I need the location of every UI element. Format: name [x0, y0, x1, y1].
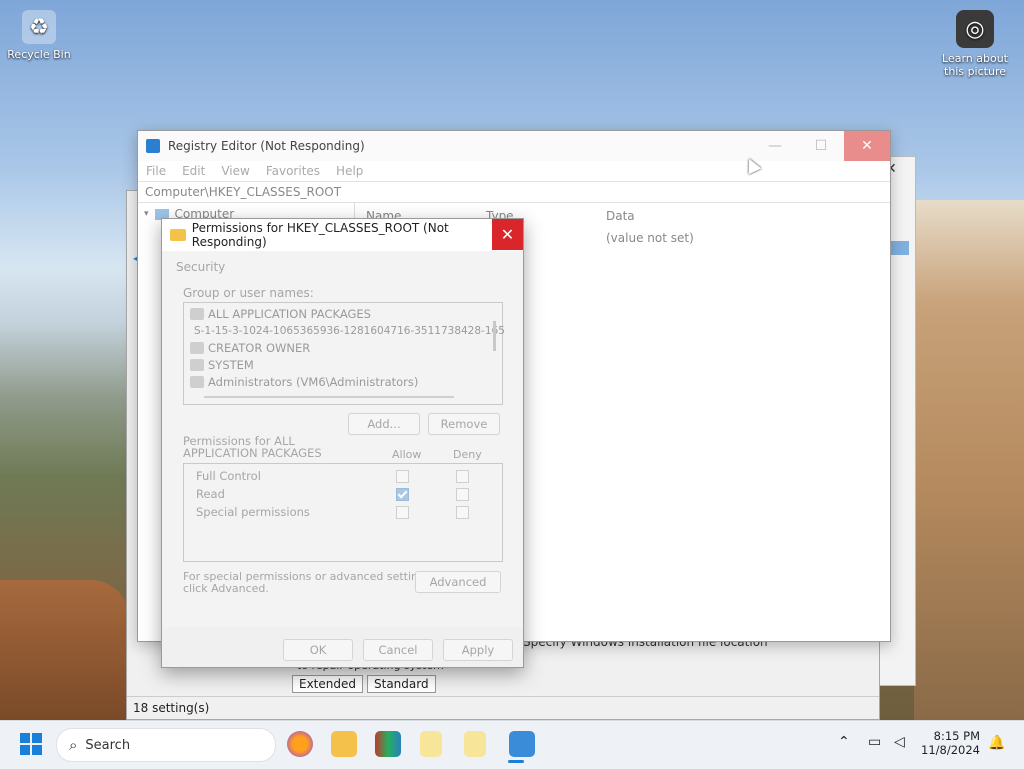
learn-picture-label-1: Learn about [942, 52, 1008, 65]
menu-bar: File Edit View Favorites Help [138, 161, 890, 181]
tab-security[interactable]: Security [176, 260, 225, 274]
volume-muted-icon[interactable]: ◁ [894, 734, 905, 750]
list-item[interactable]: ALL APPLICATION PACKAGES [184, 305, 502, 322]
camera-icon: ◎ [956, 10, 994, 48]
permissions-list: Full Control Read Special permissions [183, 463, 503, 562]
user-name: CREATOR OWNER [208, 340, 311, 355]
col-data[interactable]: Data [606, 209, 635, 223]
desktop-wallpaper-rocks [0, 580, 130, 720]
user-name: SYSTEM [208, 357, 254, 372]
list-item[interactable]: CREATOR OWNER [184, 339, 502, 356]
advanced-button[interactable]: Advanced [415, 571, 501, 593]
permissions-label-2: APPLICATION PACKAGES [183, 446, 322, 460]
user-list[interactable]: ALL APPLICATION PACKAGES S-1-15-3-1024-1… [183, 302, 505, 405]
allow-header: Allow [392, 448, 422, 461]
user-icon [190, 358, 204, 371]
close-button[interactable]: ✕ [844, 131, 890, 161]
user-name: ALL APPLICATION PACKAGES [208, 306, 371, 321]
permission-row: Full Control [196, 467, 502, 485]
dialog-close-button[interactable]: ✕ [492, 219, 523, 250]
search-box[interactable]: ⌕ Search [56, 728, 276, 762]
add-button[interactable]: Add... [348, 413, 420, 435]
permission-row: Read [196, 485, 502, 503]
deny-checkbox[interactable] [456, 488, 469, 501]
address-bar[interactable]: Computer\HKEY_CLASSES_ROOT [138, 181, 890, 203]
cancel-button[interactable]: Cancel [363, 639, 433, 661]
notification-bell-icon[interactable]: 🔔 [988, 735, 1005, 751]
deny-header: Deny [453, 448, 482, 461]
desktop-wallpaper-cliff [914, 200, 1024, 720]
maximize-icon: ☐ [814, 138, 828, 154]
user-name: S-1-15-3-1024-1065365936-1281604716-3511… [194, 324, 505, 337]
deny-checkbox[interactable] [456, 506, 469, 519]
tab-extended[interactable]: Extended [292, 675, 363, 693]
tab-standard[interactable]: Standard [367, 675, 436, 693]
group-icon [190, 307, 204, 320]
clock[interactable]: 8:15 PM 11/8/2024 [912, 729, 980, 757]
allow-checkbox[interactable] [396, 470, 409, 483]
permissions-label: Permissions for ALL APPLICATION PACKAGES [183, 435, 322, 459]
permissions-dialog: Permissions for HKEY_CLASSES_ROOT (Not R… [161, 218, 524, 668]
menu-edit[interactable]: Edit [182, 164, 205, 178]
menu-help[interactable]: Help [336, 164, 363, 178]
maximize-button[interactable]: ☐ [798, 131, 844, 161]
menu-favorites[interactable]: Favorites [266, 164, 320, 178]
clock-time: 8:15 PM [933, 729, 980, 743]
chevron-down-icon[interactable]: ▾ [144, 209, 149, 219]
minimize-icon: — [768, 138, 782, 154]
minimize-button[interactable]: — [752, 131, 798, 161]
permission-row: Special permissions [196, 503, 502, 521]
vertical-scrollbar[interactable] [493, 321, 496, 351]
group-label: Group or user names: [183, 286, 314, 300]
windows-logo-icon [20, 733, 30, 743]
user-icon [190, 341, 204, 354]
special-permissions-text: For special permissions or advanced sett… [183, 571, 434, 595]
horizontal-scrollbar[interactable] [204, 396, 454, 398]
file-explorer-icon[interactable] [331, 731, 357, 757]
learn-picture-label-2: this picture [944, 65, 1006, 78]
search-icon: ⌕ [69, 736, 78, 754]
remove-button[interactable]: Remove [428, 413, 500, 435]
recycle-bin-shortcut[interactable]: ♻ Recycle Bin [7, 10, 71, 61]
user-icon [190, 375, 204, 388]
list-item[interactable]: S-1-15-3-1024-1065365936-1281604716-3511… [184, 322, 505, 339]
regedit-title: Registry Editor (Not Responding) [168, 139, 365, 153]
dialog-title: Permissions for HKEY_CLASSES_ROOT (Not R… [191, 221, 449, 249]
permission-name: Full Control [196, 469, 261, 483]
learn-picture-shortcut[interactable]: ◎ Learn about this picture [942, 10, 1008, 78]
clock-date: 11/8/2024 [921, 743, 980, 757]
status-bar: 18 setting(s) [127, 696, 879, 719]
winrar-icon[interactable] [375, 731, 401, 757]
dialog-titlebar[interactable]: Permissions for HKEY_CLASSES_ROOT (Not R… [162, 219, 523, 251]
recycle-bin-icon: ♻ [22, 10, 56, 44]
network-icon[interactable]: ▭ [868, 734, 881, 750]
deny-checkbox[interactable] [456, 470, 469, 483]
notepad-icon-2[interactable] [464, 731, 486, 757]
apply-button[interactable]: Apply [443, 639, 513, 661]
chevron-up-icon[interactable]: ⌃ [838, 734, 850, 750]
search-placeholder: Search [85, 737, 131, 753]
allow-checkbox[interactable] [396, 506, 409, 519]
list-item[interactable]: Administrators (VM6\Administrators) [184, 373, 502, 390]
user-name: Administrators (VM6\Administrators) [208, 374, 419, 389]
value-data[interactable]: (value not set) [606, 231, 694, 245]
close-icon: ✕ [861, 138, 873, 154]
active-app-indicator [508, 760, 524, 763]
start-button[interactable] [20, 733, 42, 755]
permission-name: Read [196, 487, 225, 501]
list-item[interactable]: SYSTEM [184, 356, 502, 373]
recycle-bin-label: Recycle Bin [7, 48, 71, 61]
folder-icon [170, 229, 186, 241]
registry-icon [146, 139, 160, 153]
menu-file[interactable]: File [146, 164, 166, 178]
notepad-icon[interactable] [420, 731, 442, 757]
close-icon: ✕ [500, 225, 515, 244]
registry-editor-taskbar-icon[interactable] [509, 731, 535, 757]
firefox-icon[interactable] [287, 731, 313, 757]
permission-name: Special permissions [196, 505, 310, 519]
ok-button[interactable]: OK [283, 639, 353, 661]
allow-checkbox[interactable] [396, 488, 409, 501]
special-text-2: click Advanced. [183, 582, 269, 595]
menu-view[interactable]: View [221, 164, 249, 178]
